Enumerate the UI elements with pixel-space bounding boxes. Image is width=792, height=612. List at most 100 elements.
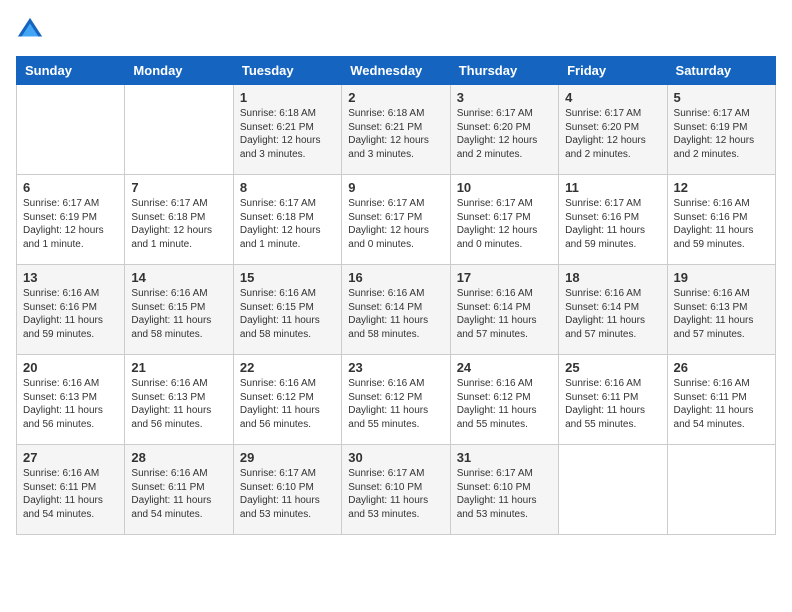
- cell-content: Sunrise: 6:16 AM Sunset: 6:16 PM Dayligh…: [674, 197, 769, 251]
- day-number: 1: [240, 90, 335, 105]
- calendar-cell: 20 Sunrise: 6:16 AM Sunset: 6:13 PM Dayli…: [17, 355, 125, 445]
- cell-content: Sunrise: 6:17 AM Sunset: 6:18 PM Dayligh…: [240, 197, 335, 251]
- cell-content: Sunrise: 6:17 AM Sunset: 6:17 PM Dayligh…: [457, 197, 552, 251]
- day-number: 20: [23, 360, 118, 375]
- cell-content: Sunrise: 6:18 AM Sunset: 6:21 PM Dayligh…: [348, 107, 443, 161]
- calendar-cell: 18 Sunrise: 6:16 AM Sunset: 6:14 PM Dayli…: [559, 265, 667, 355]
- calendar-cell: 6 Sunrise: 6:17 AM Sunset: 6:19 PM Daylig…: [17, 175, 125, 265]
- cell-content: Sunrise: 6:17 AM Sunset: 6:19 PM Dayligh…: [674, 107, 769, 161]
- cell-content: Sunrise: 6:16 AM Sunset: 6:15 PM Dayligh…: [240, 287, 335, 341]
- logo: [16, 16, 48, 44]
- cell-content: Sunrise: 6:16 AM Sunset: 6:13 PM Dayligh…: [23, 377, 118, 431]
- day-number: 13: [23, 270, 118, 285]
- cell-content: Sunrise: 6:16 AM Sunset: 6:12 PM Dayligh…: [240, 377, 335, 431]
- cell-content: Sunrise: 6:16 AM Sunset: 6:13 PM Dayligh…: [674, 287, 769, 341]
- day-number: 4: [565, 90, 660, 105]
- day-number: 22: [240, 360, 335, 375]
- weekday-header-sunday: Sunday: [17, 57, 125, 85]
- calendar-cell: 16 Sunrise: 6:16 AM Sunset: 6:14 PM Dayli…: [342, 265, 450, 355]
- calendar-cell: 31 Sunrise: 6:17 AM Sunset: 6:10 PM Dayli…: [450, 445, 558, 535]
- calendar-week-row: 6 Sunrise: 6:17 AM Sunset: 6:19 PM Daylig…: [17, 175, 776, 265]
- day-number: 19: [674, 270, 769, 285]
- calendar-cell: 27Sunrise: 6:16 AM Sunset: 6:11 PM Dayli…: [17, 445, 125, 535]
- day-number: 16: [348, 270, 443, 285]
- day-number: 30: [348, 450, 443, 465]
- cell-content: Sunrise: 6:17 AM Sunset: 6:20 PM Dayligh…: [565, 107, 660, 161]
- day-number: 14: [131, 270, 226, 285]
- calendar-cell: 22 Sunrise: 6:16 AM Sunset: 6:12 PM Dayli…: [233, 355, 341, 445]
- day-number: 6: [23, 180, 118, 195]
- weekday-header-saturday: Saturday: [667, 57, 775, 85]
- day-number: 24: [457, 360, 552, 375]
- calendar-cell: 30 Sunrise: 6:17 AM Sunset: 6:10 PM Dayli…: [342, 445, 450, 535]
- calendar-cell: 3Sunrise: 6:17 AM Sunset: 6:20 PM Daylig…: [450, 85, 558, 175]
- calendar-cell: 17Sunrise: 6:16 AM Sunset: 6:14 PM Dayli…: [450, 265, 558, 355]
- day-number: 3: [457, 90, 552, 105]
- calendar-cell: 10 Sunrise: 6:17 AM Sunset: 6:17 PM Dayli…: [450, 175, 558, 265]
- weekday-header-tuesday: Tuesday: [233, 57, 341, 85]
- calendar-cell: [17, 85, 125, 175]
- calendar-cell: 1 Sunrise: 6:18 AM Sunset: 6:21 PM Daylig…: [233, 85, 341, 175]
- calendar-cell: 26 Sunrise: 6:16 AM Sunset: 6:11 PM Dayli…: [667, 355, 775, 445]
- calendar-cell: 15 Sunrise: 6:16 AM Sunset: 6:15 PM Dayli…: [233, 265, 341, 355]
- day-number: 8: [240, 180, 335, 195]
- calendar-cell: 29 Sunrise: 6:17 AM Sunset: 6:10 PM Dayli…: [233, 445, 341, 535]
- cell-content: Sunrise: 6:17 AM Sunset: 6:10 PM Dayligh…: [457, 467, 552, 521]
- cell-content: Sunrise: 6:17 AM Sunset: 6:16 PM Dayligh…: [565, 197, 660, 251]
- day-number: 29: [240, 450, 335, 465]
- calendar-cell: 14 Sunrise: 6:16 AM Sunset: 6:15 PM Dayli…: [125, 265, 233, 355]
- calendar-cell: 28 Sunrise: 6:16 AM Sunset: 6:11 PM Dayli…: [125, 445, 233, 535]
- calendar-week-row: 1 Sunrise: 6:18 AM Sunset: 6:21 PM Daylig…: [17, 85, 776, 175]
- day-number: 11: [565, 180, 660, 195]
- day-number: 25: [565, 360, 660, 375]
- calendar-cell: 23Sunrise: 6:16 AM Sunset: 6:12 PM Dayli…: [342, 355, 450, 445]
- weekday-header-monday: Monday: [125, 57, 233, 85]
- calendar-cell: 11 Sunrise: 6:17 AM Sunset: 6:16 PM Dayli…: [559, 175, 667, 265]
- calendar-week-row: 20 Sunrise: 6:16 AM Sunset: 6:13 PM Dayli…: [17, 355, 776, 445]
- logo-icon: [16, 16, 44, 44]
- day-number: 9: [348, 180, 443, 195]
- calendar-table: SundayMondayTuesdayWednesdayThursdayFrid…: [16, 56, 776, 535]
- cell-content: Sunrise: 6:16 AM Sunset: 6:15 PM Dayligh…: [131, 287, 226, 341]
- cell-content: Sunrise: 6:16 AM Sunset: 6:11 PM Dayligh…: [674, 377, 769, 431]
- cell-content: Sunrise: 6:17 AM Sunset: 6:10 PM Dayligh…: [240, 467, 335, 521]
- cell-content: Sunrise: 6:16 AM Sunset: 6:12 PM Dayligh…: [457, 377, 552, 431]
- cell-content: Sunrise: 6:17 AM Sunset: 6:10 PM Dayligh…: [348, 467, 443, 521]
- calendar-cell: [125, 85, 233, 175]
- calendar-cell: 5 Sunrise: 6:17 AM Sunset: 6:19 PM Daylig…: [667, 85, 775, 175]
- day-number: 17: [457, 270, 552, 285]
- cell-content: Sunrise: 6:16 AM Sunset: 6:14 PM Dayligh…: [565, 287, 660, 341]
- cell-content: Sunrise: 6:16 AM Sunset: 6:11 PM Dayligh…: [565, 377, 660, 431]
- day-number: 28: [131, 450, 226, 465]
- day-number: 26: [674, 360, 769, 375]
- calendar-cell: 9 Sunrise: 6:17 AM Sunset: 6:17 PM Daylig…: [342, 175, 450, 265]
- calendar-cell: [667, 445, 775, 535]
- day-number: 31: [457, 450, 552, 465]
- calendar-cell: 13Sunrise: 6:16 AM Sunset: 6:16 PM Dayli…: [17, 265, 125, 355]
- cell-content: Sunrise: 6:16 AM Sunset: 6:14 PM Dayligh…: [348, 287, 443, 341]
- day-number: 23: [348, 360, 443, 375]
- weekday-header-thursday: Thursday: [450, 57, 558, 85]
- calendar-cell: 21Sunrise: 6:16 AM Sunset: 6:13 PM Dayli…: [125, 355, 233, 445]
- day-number: 10: [457, 180, 552, 195]
- cell-content: Sunrise: 6:17 AM Sunset: 6:19 PM Dayligh…: [23, 197, 118, 251]
- calendar-cell: [559, 445, 667, 535]
- cell-content: Sunrise: 6:16 AM Sunset: 6:11 PM Dayligh…: [131, 467, 226, 521]
- day-number: 2: [348, 90, 443, 105]
- day-number: 5: [674, 90, 769, 105]
- calendar-cell: 7Sunrise: 6:17 AM Sunset: 6:18 PM Daylig…: [125, 175, 233, 265]
- day-number: 27: [23, 450, 118, 465]
- calendar-week-row: 27 Sunrise: 6:16 AM Sunset: 6:11 PM Dayli…: [17, 445, 776, 535]
- calendar-cell: 2 Sunrise: 6:18 AM Sunset: 6:21 PM Daylig…: [342, 85, 450, 175]
- cell-content: Sunrise: 6:18 AM Sunset: 6:21 PM Dayligh…: [240, 107, 335, 161]
- calendar-week-row: 13Sunrise: 6:16 AM Sunset: 6:16 PM Dayli…: [17, 265, 776, 355]
- weekday-header-row: SundayMondayTuesdayWednesdayThursdayFrid…: [17, 57, 776, 85]
- calendar-cell: 24 Sunrise: 6:16 AM Sunset: 6:12 PM Dayli…: [450, 355, 558, 445]
- cell-content: Sunrise: 6:17 AM Sunset: 6:17 PM Dayligh…: [348, 197, 443, 251]
- weekday-header-wednesday: Wednesday: [342, 57, 450, 85]
- day-number: 15: [240, 270, 335, 285]
- cell-content: Sunrise: 6:16 AM Sunset: 6:13 PM Dayligh…: [131, 377, 226, 431]
- day-number: 18: [565, 270, 660, 285]
- calendar-cell: 12Sunrise: 6:16 AM Sunset: 6:16 PM Dayli…: [667, 175, 775, 265]
- weekday-header-friday: Friday: [559, 57, 667, 85]
